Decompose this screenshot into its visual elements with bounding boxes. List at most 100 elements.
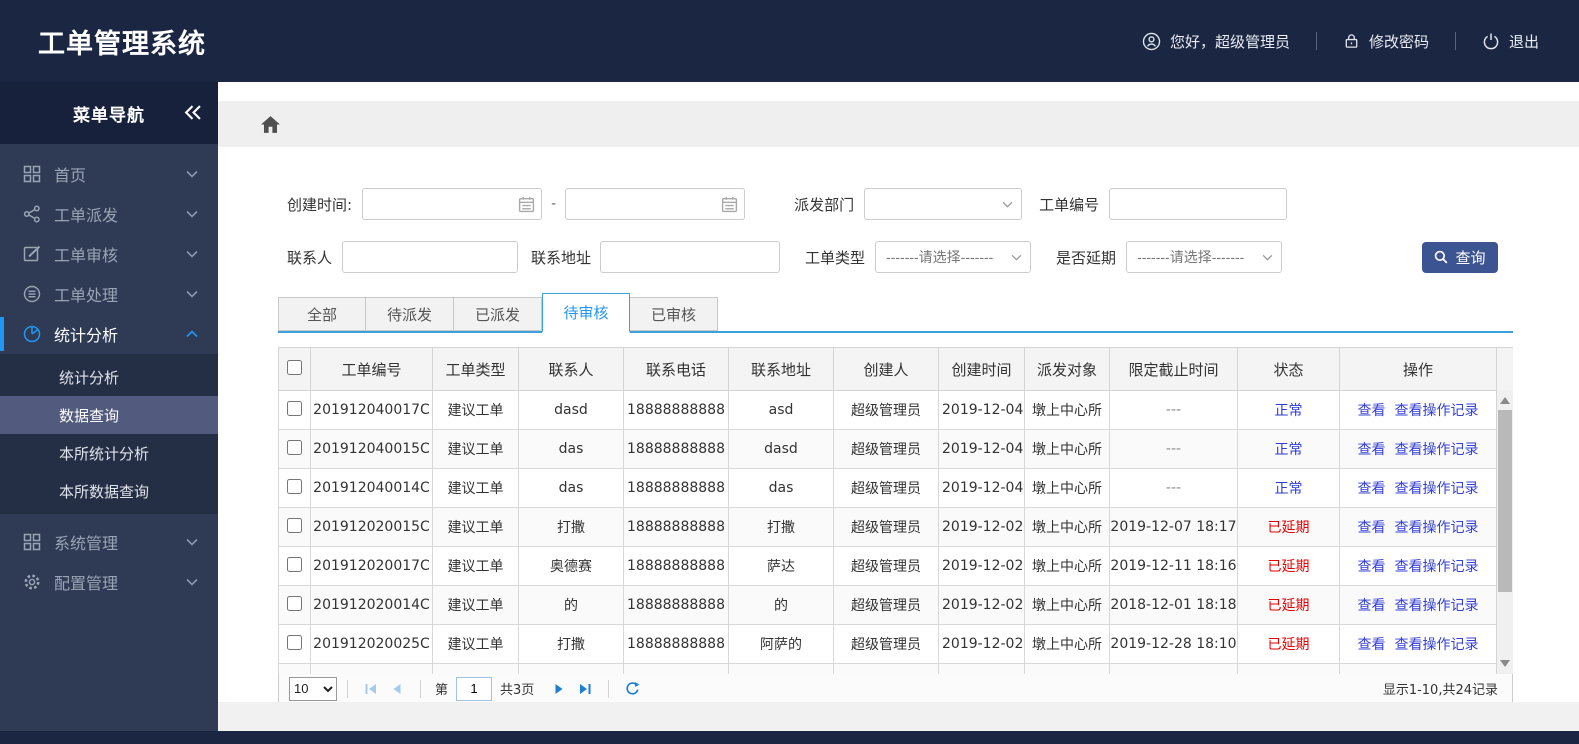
tab-to-review[interactable]: 待审核 <box>542 293 630 333</box>
view-link[interactable]: 查看 <box>1358 559 1386 575</box>
cell-order-no: 201912020014C <box>310 585 433 625</box>
orders-table: 工单编号 工单类型 联系人 联系电话 联系地址 创建人 创建时间 派发对象 限定… <box>278 347 1513 674</box>
page-prefix: 第 <box>435 683 449 698</box>
sidebar-item-dispatch[interactable]: 工单派发 <box>0 194 218 234</box>
home-icon[interactable] <box>260 115 281 134</box>
address-input[interactable] <box>600 241 781 273</box>
vertical-scrollbar[interactable] <box>1496 390 1513 674</box>
view-link[interactable]: 查看 <box>1358 637 1386 653</box>
cell-created: 2019-12-04 15 <box>938 429 1025 469</box>
sidebar-item-system[interactable]: 系统管理 <box>0 522 218 562</box>
view-log-link[interactable]: 查看操作记录 <box>1395 520 1479 536</box>
divider <box>420 679 421 698</box>
edit-icon <box>23 245 41 263</box>
row-checkbox[interactable] <box>287 556 302 572</box>
tab-reviewed[interactable]: 已审核 <box>630 297 718 331</box>
create-time-from-input[interactable] <box>362 188 543 220</box>
cell-actions: 查看 查看操作记录 <box>1339 546 1497 586</box>
view-link[interactable]: 查看 <box>1358 481 1386 497</box>
cell-status: 正常 <box>1237 429 1340 469</box>
topbar-right: 您好，超级管理员 修改密码 退出 <box>1142 31 1579 52</box>
page-number-input[interactable] <box>456 676 493 701</box>
cell-status: 正常 <box>1237 390 1340 430</box>
row-checkbox[interactable] <box>287 595 302 611</box>
cell-creator: 超级管理员 <box>833 507 939 547</box>
records-summary: 显示1-10,共24记录 <box>1382 683 1498 698</box>
page-size-select[interactable]: 10 <box>289 676 337 701</box>
next-page-button[interactable] <box>552 682 566 696</box>
view-link[interactable]: 查看 <box>1358 442 1386 458</box>
order-type-select[interactable]: -------请选择------- <box>875 241 1032 273</box>
col-contact: 联系人 <box>518 347 624 391</box>
create-time-to-input[interactable] <box>565 188 746 220</box>
stack-circle-icon <box>23 285 41 303</box>
cell-status: 已延期 <box>1237 507 1340 547</box>
submenu-item-local-data-query[interactable]: 本所数据查询 <box>0 472 218 510</box>
delay-select[interactable]: -------请选择------- <box>1126 241 1283 273</box>
share-icon <box>23 205 41 223</box>
cell-creator: 超级管理员 <box>833 585 939 625</box>
lock-icon <box>1343 32 1360 50</box>
tab-to-dispatch[interactable]: 待派发 <box>366 297 454 331</box>
dispatch-dept-select[interactable] <box>864 188 1023 220</box>
view-log-link[interactable]: 查看操作记录 <box>1395 481 1479 497</box>
view-link[interactable]: 查看 <box>1358 598 1386 614</box>
row-checkbox[interactable] <box>287 439 302 455</box>
first-page-button[interactable] <box>364 682 378 696</box>
scroll-down-arrow[interactable] <box>1500 660 1510 667</box>
order-no-input[interactable] <box>1109 188 1288 220</box>
cell-phone: 18888888888 <box>623 546 729 586</box>
cell-order-type: 建议工单 <box>432 546 519 586</box>
contact-input[interactable] <box>342 241 519 273</box>
sidebar-item-home[interactable]: 首页 <box>0 154 218 194</box>
cell-deadline: 2018-12-01 18:18 <box>1109 585 1238 625</box>
tab-dispatched[interactable]: 已派发 <box>454 297 542 331</box>
divider <box>347 679 348 698</box>
order-type-field: -------请选择------- <box>875 241 1032 273</box>
row-checkbox[interactable] <box>287 517 302 533</box>
view-log-link[interactable]: 查看操作记录 <box>1395 559 1479 575</box>
view-log-link[interactable]: 查看操作记录 <box>1395 637 1479 653</box>
col-creator: 创建人 <box>833 347 939 391</box>
refresh-icon[interactable] <box>625 681 640 696</box>
row-checkbox[interactable] <box>287 478 302 494</box>
submenu-item-statistics[interactable]: 统计分析 <box>0 358 218 396</box>
tab-all[interactable]: 全部 <box>278 297 366 331</box>
logout-button[interactable]: 退出 <box>1482 31 1539 52</box>
table-row: 201912020025C 建议工单 打撒 18888888888 阿萨的 超级… <box>278 624 1513 664</box>
view-log-link[interactable]: 查看操作记录 <box>1395 403 1479 419</box>
view-link[interactable]: 查看 <box>1358 403 1386 419</box>
submenu-item-label: 数据查询 <box>59 406 120 425</box>
col-address: 联系地址 <box>728 347 834 391</box>
prev-page-button[interactable] <box>390 682 404 696</box>
select-all-checkbox[interactable] <box>287 359 302 375</box>
sidebar: 菜单导航 首页 工单派发 工单审核 工单处理 统计分析 统计分析 数据查询 本所… <box>0 82 218 731</box>
sidebar-collapse-icon[interactable] <box>184 105 201 120</box>
row-checkbox[interactable] <box>287 634 302 650</box>
scrollbar-thumb[interactable] <box>1498 410 1512 592</box>
submenu-item-local-statistics[interactable]: 本所统计分析 <box>0 434 218 472</box>
divider <box>608 679 610 698</box>
logout-text: 退出 <box>1508 32 1539 51</box>
sidebar-item-label: 统计分析 <box>54 326 119 345</box>
status-badge: 已延期 <box>1267 637 1310 653</box>
col-order-no: 工单编号 <box>310 347 433 391</box>
sidebar-item-process[interactable]: 工单处理 <box>0 274 218 314</box>
last-page-button[interactable] <box>578 682 592 696</box>
row-checkbox[interactable] <box>287 673 302 674</box>
scroll-up-arrow[interactable] <box>1500 397 1510 404</box>
row-checkbox[interactable] <box>287 400 302 416</box>
cell-contact: 奥德赛 <box>518 546 624 586</box>
cell-created: 2019-12-04 15 <box>938 390 1025 430</box>
view-link[interactable]: 查看 <box>1358 520 1386 536</box>
sidebar-item-review[interactable]: 工单审核 <box>0 234 218 274</box>
view-log-link[interactable]: 查看操作记录 <box>1395 442 1479 458</box>
sidebar-item-config[interactable]: 配置管理 <box>0 562 218 602</box>
sidebar-item-statistics[interactable]: 统计分析 <box>0 314 218 354</box>
user-greeting[interactable]: 您好，超级管理员 <box>1142 31 1290 52</box>
search-button[interactable]: 查询 <box>1422 241 1498 273</box>
view-log-link[interactable]: 查看操作记录 <box>1395 598 1479 614</box>
change-password-button[interactable]: 修改密码 <box>1343 31 1429 52</box>
cell-status: 已延期 <box>1237 585 1340 625</box>
submenu-item-data-query[interactable]: 数据查询 <box>0 396 218 434</box>
